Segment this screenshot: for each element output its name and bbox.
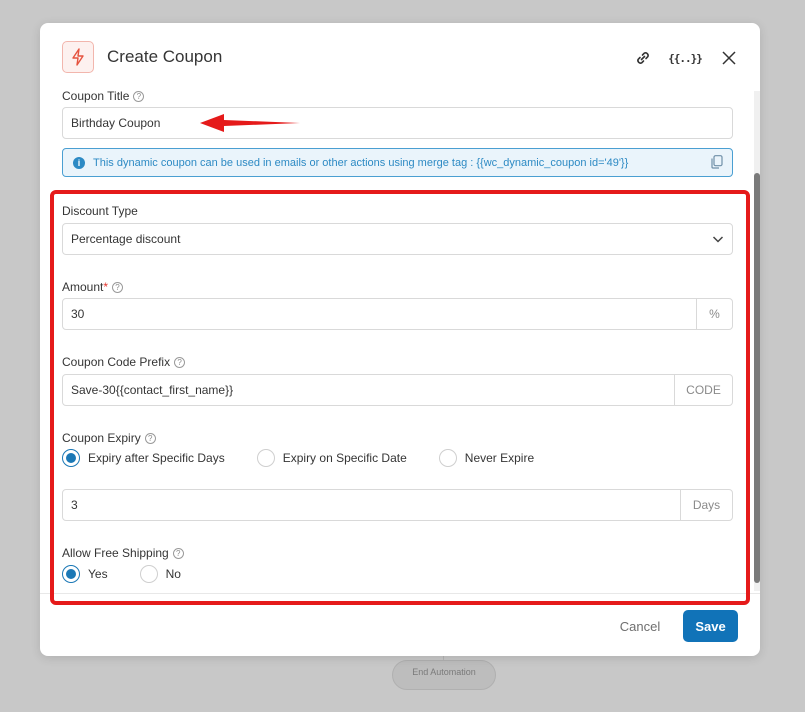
free-shipping-label-text: Allow Free Shipping [62,546,169,560]
merge-tag-info-box: i This dynamic coupon can be used in ema… [62,148,733,177]
radio-indicator [139,565,158,583]
merge-tag-icon[interactable]: {{..}} [668,47,703,69]
radio-selected-indicator [62,565,80,583]
never-expire-radio[interactable]: Never Expire [438,449,535,467]
help-icon[interactable]: ? [174,356,186,368]
radio-label: Never Expire [464,451,535,465]
free-shipping-yes-radio[interactable]: Yes [62,565,108,583]
coupon-title-input[interactable]: Birthday Coupon [62,107,733,139]
amount-value: 30 [71,307,85,321]
coupon-expiry-label-text: Coupon Expiry [62,431,141,445]
radio-label: Expiry on Specific Date [282,451,407,465]
save-button[interactable]: Save [683,610,738,642]
coupon-title-label-text: Coupon Title [62,89,130,103]
coupon-prefix-value: Save-30{{contact_first_name}} [71,383,234,397]
modal-title: Create Coupon [107,47,223,66]
help-icon[interactable]: ? [112,281,124,293]
coupon-title-value: Birthday Coupon [71,116,161,130]
modal-scrollbar-thumb[interactable] [754,173,760,583]
expiry-specific-date-radio[interactable]: Expiry on Specific Date [256,449,407,467]
free-shipping-options: Yes No [62,565,181,583]
chevron-down-icon [712,233,724,248]
amount-label: Amount * ? [62,280,124,294]
close-icon[interactable] [718,47,740,69]
background-node-label: End Automation [412,667,476,677]
radio-indicator [256,449,275,467]
background-end-automation-node: End Automation [392,660,496,690]
coupon-prefix-label-text: Coupon Code Prefix [62,355,171,369]
expiry-days-value: 3 [71,498,78,512]
modal-footer: Cancel Save [40,593,760,656]
discount-type-value: Percentage discount [71,232,181,246]
annotation-arrow-icon [200,114,300,132]
amount-suffix: % [696,299,732,329]
radio-label: No [165,567,181,581]
discount-type-select[interactable]: Percentage discount [62,223,733,255]
help-icon[interactable]: ? [133,90,145,102]
discount-type-label: Discount Type [62,204,138,218]
free-shipping-no-radio[interactable]: No [139,565,181,583]
discount-type-label-text: Discount Type [62,204,138,218]
copy-icon[interactable] [711,155,723,169]
coupon-prefix-input[interactable]: Save-30{{contact_first_name}} CODE [62,374,733,406]
radio-selected-indicator [62,449,80,467]
expiry-days-suffix: Days [680,490,732,520]
create-coupon-modal: Create Coupon {{..}} Coupon Title ? Birt… [40,23,760,656]
radio-indicator [438,449,457,467]
coupon-expiry-label: Coupon Expiry ? [62,431,156,445]
amount-label-text: Amount [62,280,104,294]
modal-header: Create Coupon {{..}} [40,23,760,91]
info-icon: i [73,156,85,169]
help-icon[interactable]: ? [144,432,156,444]
expiry-days-input[interactable]: 3 Days [62,489,733,521]
coupon-prefix-suffix: CODE [674,375,732,405]
merge-tag-info-text: This dynamic coupon can be used in email… [93,156,629,169]
radio-label: Expiry after Specific Days [88,451,225,465]
radio-label: Yes [88,567,108,581]
expiry-after-days-radio[interactable]: Expiry after Specific Days [62,449,225,467]
coupon-expiry-options: Expiry after Specific Days Expiry on Spe… [62,449,534,467]
amount-input[interactable]: 30 % [62,298,733,330]
cancel-button[interactable]: Cancel [610,612,670,640]
free-shipping-label: Allow Free Shipping ? [62,546,184,560]
bolt-icon [62,41,94,73]
coupon-title-label: Coupon Title ? [62,89,145,103]
help-icon[interactable]: ? [172,547,184,559]
coupon-prefix-label: Coupon Code Prefix ? [62,355,186,369]
link-icon[interactable] [632,47,654,69]
merge-tag-icon-text: {{..}} [668,51,703,65]
required-mark: * [103,280,109,294]
